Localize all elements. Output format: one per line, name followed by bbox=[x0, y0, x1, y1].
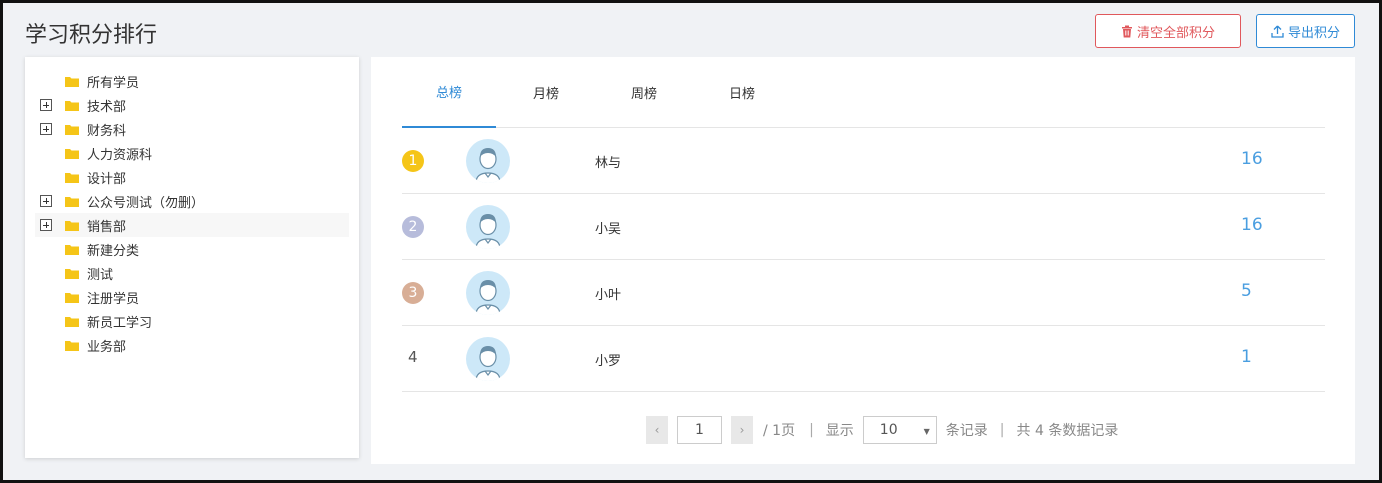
tab-weekly[interactable]: 周榜 bbox=[597, 57, 691, 128]
folder-icon bbox=[65, 316, 79, 327]
tree-item-label: 技术部 bbox=[87, 99, 127, 115]
table-row: 3 小叶 5 bbox=[402, 260, 1325, 326]
avatar bbox=[466, 139, 510, 183]
table-row: 2 小吴 16 bbox=[402, 194, 1325, 260]
expand-plus-icon[interactable] bbox=[40, 195, 52, 207]
student-name: 小罗 bbox=[595, 354, 622, 369]
folder-icon bbox=[65, 148, 79, 159]
prev-page-button[interactable]: ‹ bbox=[646, 416, 668, 444]
tree-item-label: 所有学员 bbox=[87, 75, 140, 91]
table-row: 4 小罗 1 bbox=[402, 326, 1325, 392]
student-name: 小吴 bbox=[595, 222, 622, 237]
ranking-list: 1 林与 16 2 小吴 16 3 小叶 5 4 小罗 1 bbox=[402, 128, 1325, 392]
tree-item-label: 测试 bbox=[87, 267, 114, 283]
separator: | bbox=[999, 422, 1005, 438]
score-value: 5 bbox=[1241, 281, 1252, 301]
tree-item-label: 注册学员 bbox=[87, 291, 140, 307]
avatar bbox=[466, 337, 510, 381]
score-value: 16 bbox=[1241, 149, 1263, 169]
tree-item-label: 销售部 bbox=[87, 219, 127, 235]
tree-item-label: 新建分类 bbox=[87, 243, 140, 259]
folder-icon bbox=[65, 196, 79, 207]
user-avatar-icon bbox=[475, 148, 501, 183]
tree-item[interactable]: 财务科 bbox=[25, 117, 359, 141]
expand-plus-icon[interactable] bbox=[40, 99, 52, 111]
export-points-button[interactable]: 导出积分 bbox=[1256, 14, 1355, 48]
rank-number: 4 bbox=[408, 348, 418, 366]
tree-item[interactable]: 所有学员 bbox=[25, 69, 359, 93]
expand-plus-icon[interactable] bbox=[40, 123, 52, 135]
student-name: 小叶 bbox=[595, 288, 622, 303]
tree-item[interactable]: 新建分类 bbox=[25, 237, 359, 261]
tree-item[interactable]: 业务部 bbox=[25, 333, 359, 357]
student-name: 林与 bbox=[595, 156, 622, 171]
tree-item-label: 财务科 bbox=[87, 123, 127, 139]
tree-item[interactable]: 测试 bbox=[25, 261, 359, 285]
tree-item[interactable]: 人力资源科 bbox=[25, 141, 359, 165]
rank-badge: 3 bbox=[402, 282, 424, 304]
tab-total[interactable]: 总榜 bbox=[402, 57, 496, 128]
expand-plus-icon[interactable] bbox=[40, 219, 52, 231]
total-records-text: 共 4 条数据记录 bbox=[1016, 423, 1119, 439]
avatar bbox=[466, 271, 510, 315]
tree-item[interactable]: 新员工学习 bbox=[25, 309, 359, 333]
tree-item[interactable]: 注册学员 bbox=[25, 285, 359, 309]
tab-monthly[interactable]: 月榜 bbox=[499, 57, 593, 128]
tree-item[interactable]: 技术部 bbox=[25, 93, 359, 117]
rank-badge: 1 bbox=[402, 150, 424, 172]
page-title: 学习积分排行 bbox=[25, 23, 158, 48]
page-size-value: 10 bbox=[879, 422, 898, 438]
export-points-label: 导出积分 bbox=[1287, 25, 1340, 41]
folder-icon bbox=[65, 124, 79, 135]
table-row: 1 林与 16 bbox=[402, 128, 1325, 194]
page-size-select[interactable]: 10 ▼ bbox=[862, 416, 937, 444]
caret-down-icon: ▼ bbox=[923, 427, 930, 436]
page-number-input[interactable] bbox=[677, 416, 722, 444]
department-tree: 所有学员技术部财务科人力资源科设计部公众号测试（勿删） 销售部新建分类测试注册学员… bbox=[25, 57, 359, 458]
folder-icon bbox=[65, 76, 79, 87]
ranking-tabs: 总榜 月榜 周榜 日榜 bbox=[402, 57, 1325, 128]
tab-daily[interactable]: 日榜 bbox=[695, 57, 789, 128]
folder-icon bbox=[65, 220, 79, 231]
tree-item-label: 人力资源科 bbox=[87, 147, 153, 163]
next-page-button[interactable]: › bbox=[731, 416, 753, 444]
tree-item[interactable]: 设计部 bbox=[25, 165, 359, 189]
clear-all-points-label: 清空全部积分 bbox=[1136, 25, 1215, 41]
folder-icon bbox=[65, 100, 79, 111]
folder-icon bbox=[65, 172, 79, 183]
total-pages-text: / 1页 bbox=[763, 423, 796, 439]
separator: | bbox=[809, 422, 814, 438]
show-label: 显示 bbox=[825, 423, 854, 439]
user-avatar-icon bbox=[475, 214, 501, 249]
trash-icon bbox=[1121, 25, 1132, 37]
user-avatar-icon bbox=[475, 280, 501, 315]
tree-item[interactable]: 销售部 bbox=[35, 213, 349, 237]
score-value: 1 bbox=[1241, 347, 1252, 367]
folder-icon bbox=[65, 292, 79, 303]
pagination: ‹ › / 1页 | 显示 10 ▼ 条记录 | 共 4 条数据记录 bbox=[646, 415, 1118, 445]
score-value: 16 bbox=[1241, 215, 1263, 235]
upload-icon bbox=[1271, 25, 1284, 38]
folder-icon bbox=[65, 244, 79, 255]
clear-all-points-button[interactable]: 清空全部积分 bbox=[1095, 14, 1241, 48]
ranking-panel: 总榜 月榜 周榜 日榜 1 林与 16 2 小吴 16 3 小叶 5 4 小罗 1 ‹ › / 1页 … bbox=[371, 57, 1355, 464]
tree-item[interactable]: 公众号测试（勿删） bbox=[25, 189, 359, 213]
rank-badge: 2 bbox=[402, 216, 424, 238]
folder-icon bbox=[65, 340, 79, 351]
folder-icon bbox=[65, 268, 79, 279]
avatar bbox=[466, 205, 510, 249]
user-avatar-icon bbox=[475, 346, 501, 381]
records-label: 条记录 bbox=[945, 423, 988, 439]
tree-item-label: 设计部 bbox=[87, 171, 127, 187]
tree-item-label: 公众号测试（勿删） bbox=[87, 195, 205, 211]
tree-item-label: 业务部 bbox=[87, 339, 127, 355]
tree-item-label: 新员工学习 bbox=[87, 315, 153, 331]
